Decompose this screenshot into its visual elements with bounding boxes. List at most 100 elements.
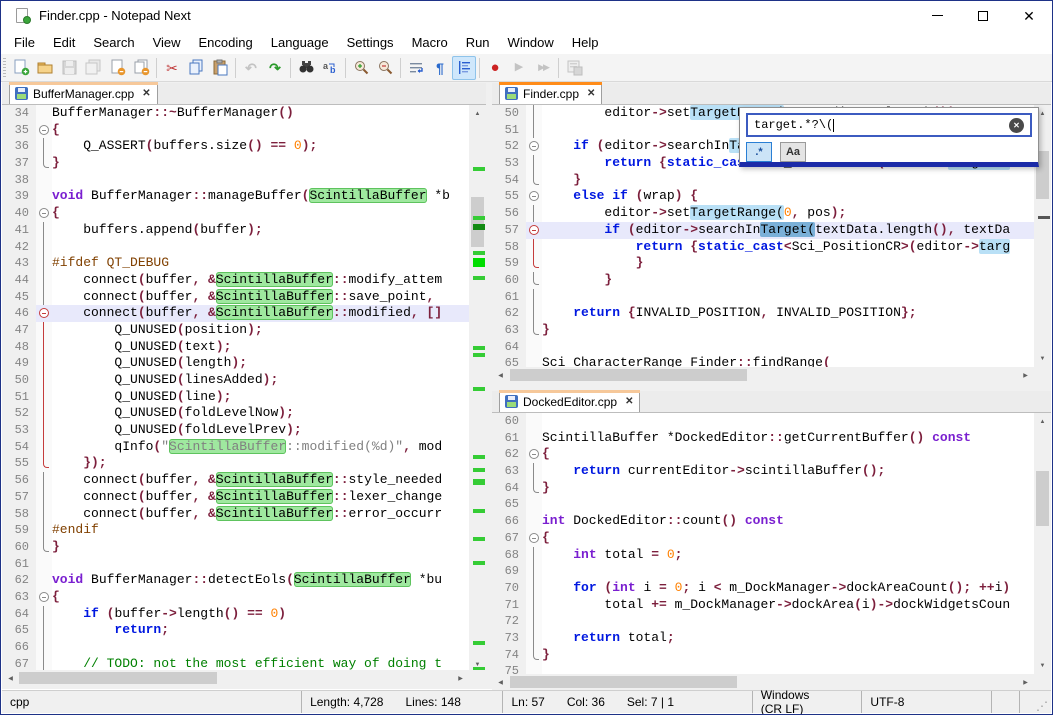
tab-close-icon[interactable]: ✕ [625,396,633,407]
fold-marker-icon[interactable] [526,138,542,155]
horizontal-scrollbar[interactable]: ◀ ▶ [492,367,1034,383]
code-line[interactable]: 63{ [2,589,469,606]
match-case-toggle-button[interactable]: Aa [780,142,806,162]
macro-record-button[interactable]: ● [483,56,507,80]
zoom-out-button[interactable] [373,56,397,80]
code-line[interactable]: 56 editor->setTargetRange(0, pos); [492,205,1034,222]
code-line[interactable]: 63} [492,322,1034,339]
code-line[interactable]: 46 connect(buffer, &ScintillaBuffer::mod… [2,305,469,322]
tab-dockededitor-cpp[interactable]: DockedEditor.cpp ✕ [499,390,640,412]
code-line[interactable]: 56 connect(buffer, &ScintillaBuffer::sty… [2,472,469,489]
redo-button[interactable]: ↷ [263,56,287,80]
code-line[interactable]: 61 [492,289,1034,306]
code-line[interactable]: 60} [2,539,469,556]
code-line[interactable]: 47 Q_UNUSED(position); [2,322,469,339]
code-line[interactable]: 63 return currentEditor->scintillaBuffer… [492,463,1034,480]
code-line[interactable]: 55 else if (wrap) { [492,188,1034,205]
code-line[interactable]: 59#endif [2,522,469,539]
code-line[interactable]: 40{ [2,205,469,222]
code-line[interactable]: 36 Q_ASSERT(buffers.size() == 0); [2,138,469,155]
code-line[interactable]: 70 for (int i = 0; i < m_DockManager->do… [492,580,1034,597]
find-button[interactable] [294,56,318,80]
code-line[interactable]: 57 connect(buffer, &ScintillaBuffer::lex… [2,489,469,506]
close-file-button[interactable] [105,56,129,80]
menu-macro[interactable]: Macro [403,32,457,53]
search-input[interactable]: target.*?\( ✕ [746,113,1032,137]
code-line[interactable]: 42 [2,239,469,256]
code-line[interactable]: 65Sci_CharacterRange Finder::findRange( [492,355,1034,367]
fold-marker-icon[interactable] [526,222,542,239]
code-line[interactable]: 58 connect(buffer, &ScintillaBuffer::err… [2,506,469,523]
code-line[interactable]: 35{ [2,122,469,139]
code-line[interactable]: 61ScintillaBuffer *DockedEditor::getCurr… [492,430,1034,447]
code-line[interactable]: 69 [492,563,1034,580]
resize-grip[interactable]: ⋰ [1036,699,1051,713]
macro-playback-button[interactable]: ▶ [507,56,531,80]
menu-window[interactable]: Window [499,32,563,53]
scrollbar-thumb[interactable] [510,676,737,688]
status-encoding[interactable]: UTF-8 [861,691,991,713]
scroll-left-arrow[interactable]: ◀ [492,674,509,690]
menu-language[interactable]: Language [262,32,338,53]
code-line[interactable]: 55 }); [2,455,469,472]
code-line[interactable]: 75 [492,663,1034,674]
scroll-left-arrow[interactable]: ◀ [492,367,509,383]
code-line[interactable]: 64 if (buffer->length() == 0) [2,606,469,623]
code-line[interactable]: 52 Q_UNUSED(foldLevelNow); [2,405,469,422]
status-eol-mode[interactable]: Windows (CR LF) [752,691,862,713]
fold-marker-icon[interactable] [36,589,52,606]
indent-guides-button[interactable] [452,56,476,80]
scrollbar-thumb[interactable] [471,197,484,247]
tab-finder-cpp[interactable]: Finder.cpp ✕ [499,82,602,104]
regex-toggle-button[interactable]: .* [746,142,772,162]
scrollbar-thumb[interactable] [19,672,217,684]
scroll-right-arrow[interactable]: ▶ [1017,674,1034,690]
close-button[interactable]: ✕ [1006,1,1052,30]
scrollbar-thumb[interactable] [1036,471,1049,526]
zoom-in-button[interactable] [349,56,373,80]
menu-encoding[interactable]: Encoding [190,32,262,53]
show-all-characters-button[interactable]: ¶ [428,56,452,80]
tab-close-icon[interactable]: ✕ [587,88,595,99]
save-button[interactable] [57,56,81,80]
menu-run[interactable]: Run [457,32,499,53]
code-editor-buffermanager[interactable]: 34BufferManager::~BufferManager()35{36 Q… [2,105,469,673]
scrollbar-thumb[interactable] [510,369,747,381]
paste-button[interactable] [208,56,232,80]
code-line[interactable]: 53 Q_UNUSED(foldLevelPrev); [2,422,469,439]
replace-button[interactable]: ab [318,56,342,80]
save-all-button[interactable] [81,56,105,80]
code-line[interactable]: 51 Q_UNUSED(line); [2,389,469,406]
code-editor-dockededitor[interactable]: 6061ScintillaBuffer *DockedEditor::getCu… [492,413,1034,674]
tab-buffermanager-cpp[interactable]: BufferManager.cpp ✕ [9,82,158,104]
fold-marker-icon[interactable] [526,188,542,205]
menu-search[interactable]: Search [84,32,143,53]
code-line[interactable]: 68 int total = 0; [492,547,1034,564]
code-line[interactable]: 73 return total; [492,630,1034,647]
code-line[interactable]: 67{ [492,530,1034,547]
clear-search-button[interactable]: ✕ [1009,118,1024,133]
code-line[interactable]: 60 [492,413,1034,430]
scroll-down-arrow[interactable]: ▼ [1034,657,1051,674]
code-line[interactable]: 48 Q_UNUSED(text); [2,339,469,356]
menu-edit[interactable]: Edit [44,32,84,53]
scroll-up-arrow[interactable]: ▲ [1034,413,1051,430]
code-line[interactable]: 44 connect(buffer, &ScintillaBuffer::mod… [2,272,469,289]
vertical-scrollbar[interactable]: ▲ ▼ [1034,413,1051,674]
code-line[interactable]: 49 Q_UNUSED(length); [2,355,469,372]
tab-close-icon[interactable]: ✕ [142,88,150,99]
fold-marker-icon[interactable] [526,446,542,463]
code-line[interactable]: 60 } [492,272,1034,289]
code-line[interactable]: 54 } [492,172,1034,189]
code-line[interactable]: 72 [492,613,1034,630]
code-line[interactable]: 58 return {static_cast<Sci_PositionCR>(e… [492,239,1034,256]
menu-file[interactable]: File [5,32,44,53]
code-line[interactable]: 62 return {INVALID_POSITION, INVALID_POS… [492,305,1034,322]
menu-view[interactable]: View [144,32,190,53]
code-line[interactable]: 57 if (editor->searchInTarget(textData.l… [492,222,1034,239]
new-file-button[interactable] [9,56,33,80]
undo-button[interactable]: ↶ [239,56,263,80]
code-line[interactable]: 61 [2,556,469,573]
code-line[interactable]: 74} [492,647,1034,664]
code-line[interactable]: 64} [492,480,1034,497]
